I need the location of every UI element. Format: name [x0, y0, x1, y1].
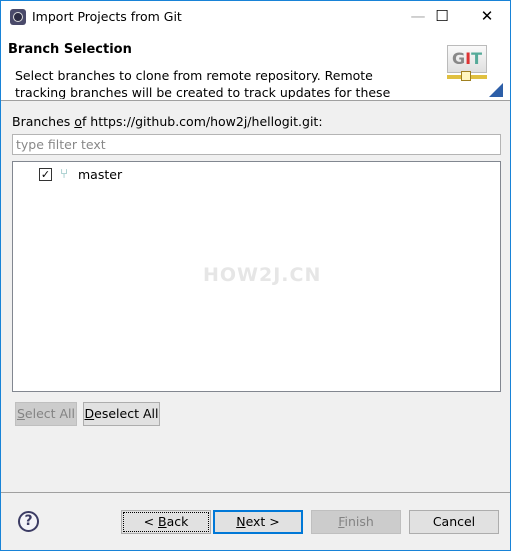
page-title: Branch Selection [8, 42, 132, 57]
page-description: Select branches to clone from remote rep… [15, 68, 391, 99]
branches-label: Branches of https://github.com/how2j/hel… [12, 114, 323, 129]
title-bar: Import Projects from Git — ☐ ✕ [1, 1, 510, 32]
back-button[interactable]: < Back [121, 510, 211, 534]
branch-icon: ⑂ [60, 166, 68, 182]
watermark: HOW2J.CN [203, 264, 322, 286]
git-logo-icon: GIT [447, 45, 487, 73]
branch-list[interactable]: ✓ ⑂ master HOW2J.CN [12, 161, 501, 392]
next-button[interactable]: Next > [213, 510, 303, 534]
filter-input[interactable] [12, 134, 501, 155]
git-logo-node [461, 71, 471, 81]
branch-name: master [78, 166, 123, 182]
eclipse-icon [10, 9, 26, 25]
select-all-button[interactable]: Select All [15, 402, 77, 426]
list-item[interactable]: ✓ ⑂ master [39, 165, 122, 183]
branch-checkbox[interactable]: ✓ [39, 167, 52, 181]
finish-button[interactable]: Finish [311, 510, 401, 534]
deselect-all-button[interactable]: Deselect All [83, 402, 160, 426]
window-title: Import Projects from Git [32, 9, 182, 24]
import-dialog: Import Projects from Git — ☐ ✕ Branch Se… [0, 0, 511, 551]
maximize-button[interactable]: ☐ [419, 1, 465, 32]
help-icon[interactable]: ? [18, 511, 39, 532]
close-button[interactable]: ✕ [464, 1, 510, 32]
cancel-button[interactable]: Cancel [409, 510, 499, 534]
banner-corner-icon [489, 83, 503, 97]
wizard-banner: Branch Selection Select branches to clon… [1, 32, 510, 101]
footer-divider [1, 492, 510, 493]
